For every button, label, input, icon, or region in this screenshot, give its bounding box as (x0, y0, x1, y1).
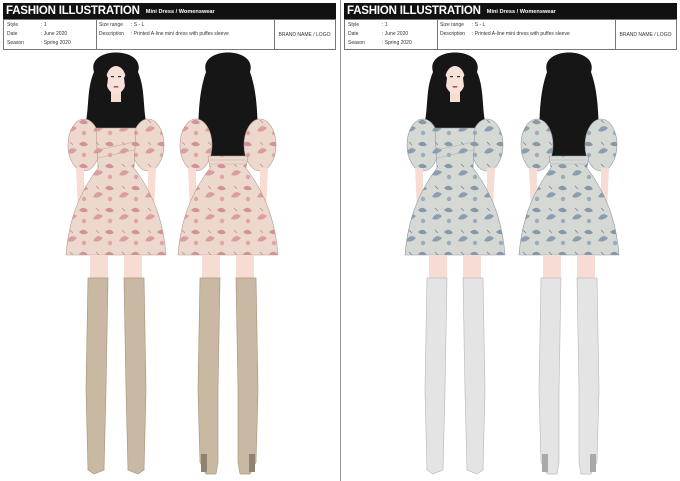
spec-sheet-right: FASHION ILLUSTRATION Mini Dress / Womens… (340, 0, 680, 481)
description-label: Description (440, 31, 466, 37)
brand-logo-placeholder: BRAND NAME / LOGO (278, 31, 331, 38)
back-view-figure (177, 52, 279, 475)
style-value: : 1 (382, 22, 388, 28)
description-value: : Printed A-line mini dress with puffes … (131, 31, 229, 37)
spec-sheet-left: FASHION ILLUSTRATION Mini Dress / Womens… (0, 0, 339, 481)
front-view-figure (404, 52, 506, 475)
sheet-subtitle: Mini Dress / Womenswear (486, 9, 556, 15)
info-col-2: Size range : S - L Description : Printed A… (96, 20, 275, 49)
date-label: Date (348, 31, 359, 37)
date-row: Date : June 2020 (7, 31, 67, 37)
season-row: Season : Spring 2020 (7, 40, 71, 46)
size-row: Size range : S - L (99, 22, 144, 28)
brand-cell: BRAND NAME / LOGO (274, 20, 335, 49)
brand-logo-placeholder: BRAND NAME / LOGO (619, 31, 672, 38)
style-value: : 1 (41, 22, 47, 28)
date-value: : June 2020 (382, 31, 409, 37)
info-col-2: Size range : S - L Description : Printed A… (437, 20, 616, 49)
title-bar: FASHION ILLUSTRATION Mini Dress / Womens… (3, 3, 336, 19)
info-col-1: Style : 1 Date : June 2020 Season : Spring … (4, 20, 97, 49)
style-label: Style (348, 22, 360, 28)
figures-pink (0, 50, 339, 481)
season-value: : Spring 2020 (41, 40, 71, 46)
description-row: Description : Printed A-line mini dress w… (440, 31, 570, 37)
size-label: Size range (99, 22, 123, 28)
style-row: Style : 1 (7, 22, 47, 28)
title-bar: FASHION ILLUSTRATION Mini Dress / Womens… (344, 3, 677, 19)
season-value: : Spring 2020 (382, 40, 412, 46)
style-row: Style : 1 (348, 22, 388, 28)
date-value: : June 2020 (41, 31, 68, 37)
season-row: Season : Spring 2020 (348, 40, 412, 46)
size-label: Size range (440, 22, 464, 28)
back-view-figure (518, 52, 620, 475)
info-col-1: Style : 1 Date : June 2020 Season : Spring … (345, 20, 438, 49)
size-value: : S - L (472, 22, 486, 28)
size-row: Size range : S - L (440, 22, 485, 28)
style-label: Style (7, 22, 19, 28)
date-row: Date : June 2020 (348, 31, 408, 37)
size-value: : S - L (131, 22, 145, 28)
front-view-figure (65, 52, 167, 475)
date-label: Date (7, 31, 18, 37)
description-row: Description : Printed A-line mini dress w… (99, 31, 229, 37)
season-label: Season (348, 40, 365, 46)
info-table: Style : 1 Date : June 2020 Season : Spring … (3, 19, 336, 50)
sheet-title: FASHION ILLUSTRATION (6, 5, 140, 17)
sheet-subtitle: Mini Dress / Womenswear (145, 9, 215, 15)
description-label: Description (99, 31, 125, 37)
sheet-title: FASHION ILLUSTRATION (347, 5, 481, 17)
season-label: Season (7, 40, 24, 46)
info-table: Style : 1 Date : June 2020 Season : Spring … (344, 19, 677, 50)
description-value: : Printed A-line mini dress with puffes … (472, 31, 570, 37)
brand-cell: BRAND NAME / LOGO (615, 20, 676, 49)
figures-blue (341, 50, 680, 481)
